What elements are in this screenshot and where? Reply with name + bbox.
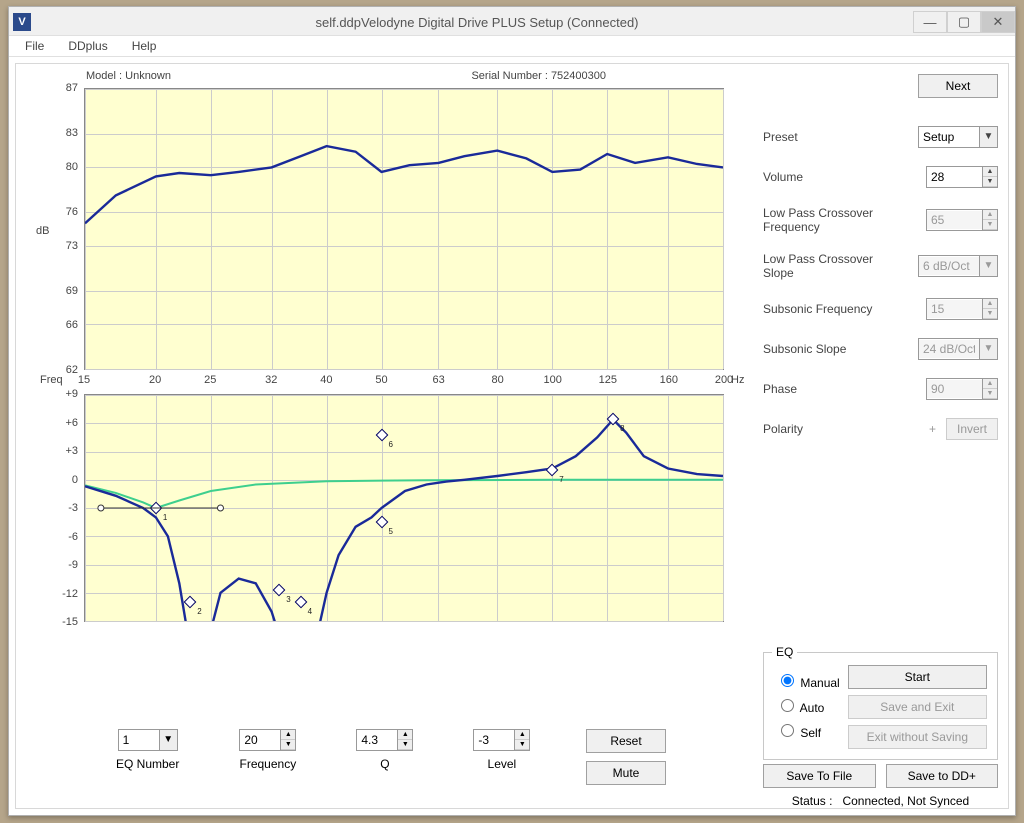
window-buttons: — ▢ ✕ [913, 11, 1015, 33]
window-title: self.ddpVelodyne Digital Drive PLUS Setu… [41, 15, 913, 30]
chart-area: Model : Unknown Serial Number : 75240030… [36, 70, 736, 82]
lpf-label: Low Pass Crossover Frequency [763, 206, 893, 234]
eq-q-input[interactable]: ▲▼ [356, 729, 413, 751]
polarity-label: Polarity [763, 422, 893, 436]
eq-saveexit-button[interactable]: Save and Exit [848, 695, 987, 719]
maximize-button[interactable]: ▢ [947, 11, 981, 33]
save-to-file-button[interactable]: Save To File [763, 764, 876, 788]
eq-groupbox: EQ Manual Auto Self Start Save and Exit … [763, 652, 998, 760]
mute-button[interactable]: Mute [586, 761, 666, 785]
reset-button[interactable]: Reset [586, 729, 666, 753]
eq-frequency-input[interactable]: ▲▼ [239, 729, 296, 751]
right-panel: Next Preset ▼ Volume ▲▼ Low Pass Crossov… [763, 74, 998, 458]
app-icon: V [13, 13, 31, 31]
bottom-save: Save To File Save to DD+ [763, 764, 998, 788]
reset-mute-group: Reset Mute [586, 729, 666, 785]
client-area: Model : Unknown Serial Number : 75240030… [9, 57, 1015, 815]
polarity-invert-button[interactable]: Invert [946, 418, 998, 440]
lps-select[interactable]: ▼ [918, 255, 998, 277]
chevron-down-icon[interactable]: ▼ [159, 730, 177, 750]
titlebar[interactable]: V self.ddpVelodyne Digital Drive PLUS Se… [9, 7, 1015, 35]
subs-select[interactable]: ▼ [918, 338, 998, 360]
eq-manual-radio[interactable]: Manual [776, 671, 840, 690]
next-button[interactable]: Next [918, 74, 998, 98]
freq-axis-label: Freq [40, 374, 63, 386]
subf-input[interactable]: ▲▼ [926, 298, 998, 320]
model-label: Model : Unknown [86, 70, 171, 82]
chevron-down-icon[interactable]: ▼ [979, 256, 997, 276]
eq-number-input[interactable]: ▼ [118, 729, 178, 751]
status-value: Connected, Not Synced [842, 794, 969, 808]
menu-ddplus[interactable]: DDplus [62, 37, 113, 55]
lps-label: Low Pass Crossover Slope [763, 252, 893, 280]
serial-label: Serial Number : 752400300 [471, 70, 606, 82]
polarity-plus-icon: + [929, 422, 936, 436]
eq-number-label: EQ Number [116, 757, 179, 771]
close-button[interactable]: ✕ [981, 11, 1015, 33]
preset-select[interactable]: ▼ [918, 126, 998, 148]
inner-frame: Model : Unknown Serial Number : 75240030… [15, 63, 1009, 809]
volume-input[interactable]: ▲▼ [926, 166, 998, 188]
menu-file[interactable]: File [19, 37, 50, 55]
eq-level-input[interactable]: ▲▼ [473, 729, 530, 751]
chevron-down-icon[interactable]: ▼ [979, 339, 997, 359]
status-label: Status : [792, 794, 833, 808]
eq-auto-radio[interactable]: Auto [776, 696, 840, 715]
eq-plot[interactable]: 12345678 [84, 394, 724, 622]
eq-level-label: Level [488, 757, 517, 771]
subf-label: Subsonic Frequency [763, 302, 893, 316]
eq-self-radio[interactable]: Self [776, 721, 840, 740]
eq-exitnosave-button[interactable]: Exit without Saving [848, 725, 987, 749]
eq-q-label: Q [380, 757, 389, 771]
menubar: File DDplus Help [9, 35, 1015, 57]
menu-help[interactable]: Help [126, 37, 163, 55]
hz-axis-label: Hz [731, 374, 744, 386]
eq-legend: EQ [772, 645, 797, 659]
preset-label: Preset [763, 130, 893, 144]
save-to-dd-button[interactable]: Save to DD+ [886, 764, 999, 788]
status-line: Status : Connected, Not Synced [763, 794, 998, 808]
response-plot[interactable] [84, 88, 724, 370]
lpf-input[interactable]: ▲▼ [926, 209, 998, 231]
eq-controls: ▼ EQ Number ▲▼ Frequency ▲▼ Q ▲▼ Level [116, 729, 530, 771]
volume-label: Volume [763, 170, 893, 184]
db-axis-label: dB [36, 225, 49, 237]
subs-label: Subsonic Slope [763, 342, 893, 356]
app-window: V self.ddpVelodyne Digital Drive PLUS Se… [8, 6, 1016, 816]
phase-input[interactable]: ▲▼ [926, 378, 998, 400]
eq-frequency-label: Frequency [240, 757, 297, 771]
eq-start-button[interactable]: Start [848, 665, 987, 689]
minimize-button[interactable]: — [913, 11, 947, 33]
phase-label: Phase [763, 382, 893, 396]
chevron-down-icon[interactable]: ▼ [979, 127, 997, 147]
